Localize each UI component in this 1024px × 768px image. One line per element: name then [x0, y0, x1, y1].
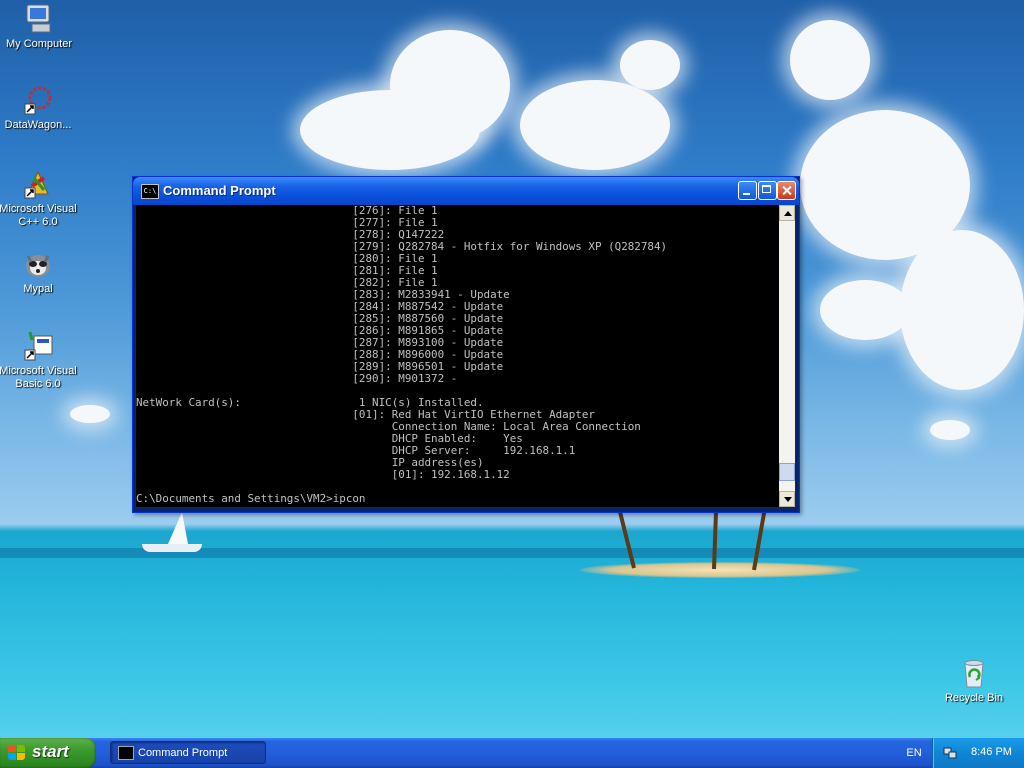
cloud-shape — [790, 20, 870, 100]
desktop-icon-recycle-bin[interactable]: Recycle Bin — [934, 657, 1014, 705]
clock: 8:46 PM — [971, 746, 1012, 758]
language-indicator[interactable]: EN — [896, 738, 932, 768]
scroll-up-button[interactable] — [779, 205, 795, 221]
taskbar: start Command Prompt EN 8:46 PM — [0, 738, 1024, 768]
console-line: [290]: M901372 - — [136, 372, 458, 385]
desktop-icon-visual-basic[interactable]: Microsoft Visual Basic 6.0 — [0, 330, 78, 391]
desktop-icon-label: DataWagon... — [4, 119, 72, 131]
recycle-bin-icon — [958, 657, 990, 689]
desktop-icon-label: Recycle Bin — [944, 692, 1004, 704]
cmd-window-icon[interactable]: C:\ — [141, 184, 159, 199]
computer-icon — [23, 3, 55, 35]
sailboat-hull — [142, 544, 202, 552]
palm-tree-trunk — [752, 508, 767, 571]
cloud-shape — [70, 405, 110, 423]
minimize-button[interactable] — [738, 181, 757, 200]
palm-tree-trunk — [618, 511, 636, 569]
cloud-shape — [390, 30, 510, 140]
scroll-track[interactable] — [779, 221, 795, 491]
visual-basic-icon — [22, 330, 54, 362]
desktop-icon-label: My Computer — [5, 38, 73, 50]
scroll-down-button[interactable] — [779, 491, 795, 507]
taskbar-button-command-prompt[interactable]: Command Prompt — [110, 741, 266, 764]
cloud-shape — [930, 420, 970, 440]
cloud-shape — [520, 80, 670, 170]
palm-tree-trunk — [712, 504, 719, 570]
desktop-icon-label: Mypal — [23, 283, 53, 295]
desktop-icon-label: Microsoft Visual C++ 6.0 — [0, 203, 77, 228]
console-line: C:\Documents and Settings\VM2>ipcon — [136, 492, 366, 505]
sailboat-sail — [168, 512, 188, 544]
window-title: Command Prompt — [163, 183, 276, 198]
desktop-icon-label: Microsoft Visual Basic 6.0 — [0, 365, 77, 390]
cloud-shape — [620, 40, 680, 90]
sand-island — [580, 562, 860, 578]
scroll-thumb[interactable] — [779, 463, 795, 481]
command-prompt-window[interactable]: C:\ Command Prompt [276]: File 1 [277]: … — [132, 176, 800, 513]
vertical-scrollbar[interactable] — [779, 205, 795, 507]
taskbar-button-label: Command Prompt — [138, 747, 228, 759]
window-titlebar[interactable]: C:\ Command Prompt — [133, 177, 799, 205]
shortcut-app-icon — [22, 84, 54, 116]
console-line: [01]: 192.168.1.12 — [136, 468, 510, 481]
cloud-shape — [900, 230, 1024, 390]
console-output[interactable]: [276]: File 1 [277]: File 1 [278]: Q1472… — [136, 205, 779, 507]
start-button[interactable]: start — [0, 738, 96, 768]
desktop-icon-mypal[interactable]: Mypal — [0, 248, 78, 296]
maximize-button[interactable] — [758, 181, 777, 200]
desktop-icon-visual-cpp[interactable]: Microsoft Visual C++ 6.0 — [0, 168, 78, 229]
start-label: start — [32, 742, 69, 761]
network-tray-icon[interactable] — [943, 746, 957, 760]
desktop-icon-datawagon[interactable]: DataWagon... — [0, 84, 78, 132]
close-button[interactable] — [777, 181, 796, 200]
desktop-icon-my-computer[interactable]: My Computer — [0, 3, 79, 51]
cmd-window-icon — [118, 746, 134, 760]
windows-logo-icon — [8, 745, 26, 761]
cloud-shape — [820, 280, 910, 340]
mypal-browser-icon — [22, 248, 54, 280]
system-tray: 8:46 PM — [932, 738, 1024, 768]
visual-cpp-icon — [22, 168, 54, 200]
